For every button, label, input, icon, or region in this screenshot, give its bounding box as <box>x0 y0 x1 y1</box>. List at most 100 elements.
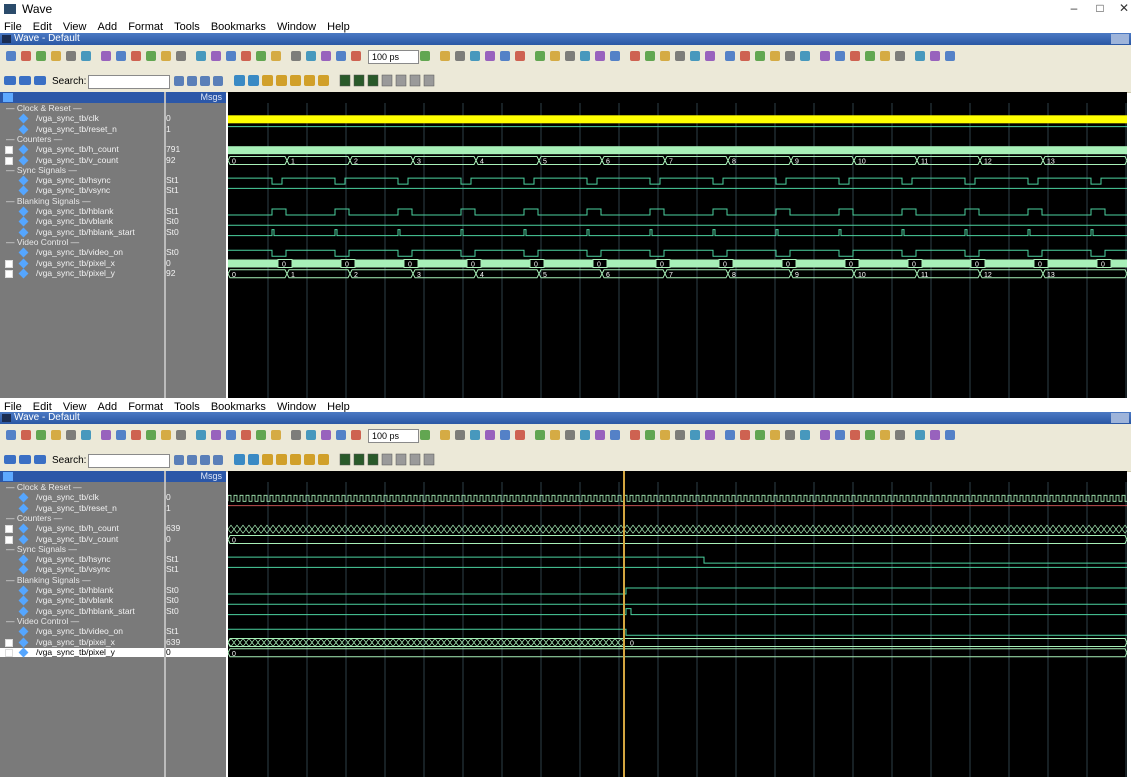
toolbar-format-icon[interactable] <box>395 453 407 466</box>
toolbar-format-icon[interactable] <box>423 74 435 87</box>
toolbar-tool-icon[interactable] <box>705 51 715 61</box>
hblank-start-waveform[interactable] <box>228 608 1127 616</box>
toolbar-tool-icon[interactable] <box>785 51 795 61</box>
toolbar-zoom-icon[interactable] <box>262 75 273 86</box>
signal-group-row[interactable]: — Clock & Reset — <box>0 483 226 492</box>
expand-bus-icon[interactable] <box>5 638 13 647</box>
toolbar-tool-icon[interactable] <box>535 430 545 440</box>
toolbar-tool-icon[interactable] <box>256 51 266 61</box>
signal-row[interactable]: /vga_sync_tb/pixel_y 0 <box>0 647 226 658</box>
signal-row[interactable]: /vga_sync_tb/vblank St0 <box>0 217 226 227</box>
toolbar-tool-icon[interactable] <box>835 430 845 440</box>
toolbar-format-icon[interactable] <box>381 453 393 466</box>
toolbar-tool-icon[interactable] <box>241 430 251 440</box>
signal-row[interactable]: /vga_sync_tb/h_count 791 <box>0 145 226 155</box>
hblank-waveform[interactable] <box>228 587 1127 595</box>
toolbar-tool-icon[interactable] <box>930 51 940 61</box>
toolbar-tool-icon[interactable] <box>500 430 510 440</box>
signal-row[interactable]: /vga_sync_tb/video_on St0 <box>0 248 226 258</box>
toolbar-tool-icon[interactable] <box>146 430 156 440</box>
toolbar-format-icon[interactable] <box>423 453 435 466</box>
pane-controls[interactable] <box>1111 34 1129 44</box>
clk-waveform[interactable] <box>228 115 1127 124</box>
toolbar-tool-icon[interactable] <box>485 51 495 61</box>
toolbar-tool-icon[interactable] <box>800 430 810 440</box>
pane-controls-2[interactable] <box>1111 413 1129 423</box>
toolbar-tool-icon[interactable] <box>161 51 171 61</box>
menu-file[interactable]: File <box>4 20 22 34</box>
toolbar-tool-icon[interactable] <box>241 51 251 61</box>
toolbar-tool-icon[interactable] <box>146 51 156 61</box>
toolbar-tool-icon[interactable] <box>440 51 450 61</box>
toolbar-tool-icon[interactable] <box>630 430 640 440</box>
toolbar-format-icon[interactable] <box>395 74 407 87</box>
toolbar-tool-icon[interactable] <box>895 430 905 440</box>
toolbar-tool-icon[interactable] <box>675 51 685 61</box>
signal-group-row[interactable]: — Sync Signals — <box>0 544 226 554</box>
signal-row[interactable]: /vga_sync_tb/pixel_y 92 <box>0 268 226 279</box>
toolbar-tool-icon[interactable] <box>440 430 450 440</box>
toolbar-tool-icon[interactable] <box>770 51 780 61</box>
video-on-waveform[interactable] <box>228 249 1127 257</box>
toolbar-zoom-icon[interactable] <box>276 75 287 86</box>
toolbar-format-icon[interactable] <box>339 74 351 87</box>
toolbar-format-icon[interactable] <box>381 74 393 87</box>
toolbar-tool-icon[interactable] <box>351 430 361 440</box>
toolbar-find-icon[interactable] <box>187 76 197 86</box>
toolbar-tool-icon[interactable] <box>515 51 525 61</box>
toolbar-tool-icon[interactable] <box>36 51 46 61</box>
toolbar-tool-icon[interactable] <box>755 51 765 61</box>
toolbar-tool-icon[interactable] <box>645 430 655 440</box>
toolbar-tool-icon[interactable] <box>256 430 266 440</box>
toolbar-tool-icon[interactable] <box>595 430 605 440</box>
signal-row[interactable]: /vga_sync_tb/v_count 0 <box>0 534 226 544</box>
toolbar-nav-icon[interactable] <box>19 76 31 85</box>
signal-group-row[interactable]: — Counters — <box>0 134 226 144</box>
toolbar-find-icon[interactable] <box>200 76 210 86</box>
signal-row[interactable]: /vga_sync_tb/v_count 92 <box>0 155 226 165</box>
toolbar-nav-icon[interactable] <box>4 455 16 464</box>
toolbar-tool-icon[interactable] <box>740 51 750 61</box>
name-value-divider[interactable] <box>164 92 166 398</box>
toolbar-tool-icon[interactable] <box>675 430 685 440</box>
hblank-waveform[interactable] <box>228 208 1127 216</box>
toolbar-tool-icon[interactable] <box>336 51 346 61</box>
pixel-y-waveform[interactable] <box>228 269 1127 279</box>
toolbar-tool-icon[interactable] <box>610 51 620 61</box>
signal-row[interactable]: /vga_sync_tb/pixel_x 639 <box>0 637 226 647</box>
toolbar-tool-icon[interactable] <box>865 51 875 61</box>
toolbar-tool-icon[interactable] <box>116 430 126 440</box>
pixel-y-waveform[interactable] <box>228 648 1127 658</box>
toolbar-nav-icon[interactable] <box>19 455 31 464</box>
video-on-waveform[interactable] <box>228 628 1127 636</box>
toolbar-tool-icon[interactable] <box>880 51 890 61</box>
toolbar-find-icon[interactable] <box>187 455 197 465</box>
toolbar-format-icon[interactable] <box>409 453 421 466</box>
toolbar-tool-icon[interactable] <box>51 51 61 61</box>
waveform-canvas-bottom[interactable]: 0 0 0 <box>228 471 1127 777</box>
toolbar-zoom-icon[interactable] <box>304 454 315 465</box>
toolbar-tool-icon[interactable] <box>820 430 830 440</box>
toolbar-tool-icon[interactable] <box>565 51 575 61</box>
toolbar-tool-icon[interactable] <box>291 51 301 61</box>
step-size-input[interactable]: 100 ps <box>368 50 419 64</box>
toolbar-zoom-icon[interactable] <box>248 75 259 86</box>
toolbar-tool-icon[interactable] <box>945 51 955 61</box>
toolbar-zoom-icon[interactable] <box>318 454 329 465</box>
toolbar-tool-icon[interactable] <box>321 51 331 61</box>
toolbar-tool-icon[interactable] <box>915 430 925 440</box>
signal-row[interactable]: /vga_sync_tb/hsync St1 <box>0 176 226 186</box>
toolbar-tool-icon[interactable] <box>101 51 111 61</box>
toolbar-zoom-icon[interactable] <box>290 454 301 465</box>
signal-row[interactable]: /vga_sync_tb/h_count 639 <box>0 524 226 534</box>
signal-row[interactable]: /vga_sync_tb/vsync St1 <box>0 186 226 196</box>
toolbar-tool-icon[interactable] <box>66 51 76 61</box>
toolbar-tool-icon[interactable] <box>610 430 620 440</box>
expand-bus-icon[interactable] <box>5 269 13 278</box>
signal-row[interactable]: /vga_sync_tb/hblank_start St0 <box>0 606 226 617</box>
signal-row[interactable]: /vga_sync_tb/reset_n 1 <box>0 503 226 514</box>
menu-add[interactable]: Add <box>98 20 118 34</box>
toolbar-tool-icon[interactable] <box>945 430 955 440</box>
toolbar-zoom-icon[interactable] <box>304 75 315 86</box>
toolbar-tool-icon[interactable] <box>176 51 186 61</box>
